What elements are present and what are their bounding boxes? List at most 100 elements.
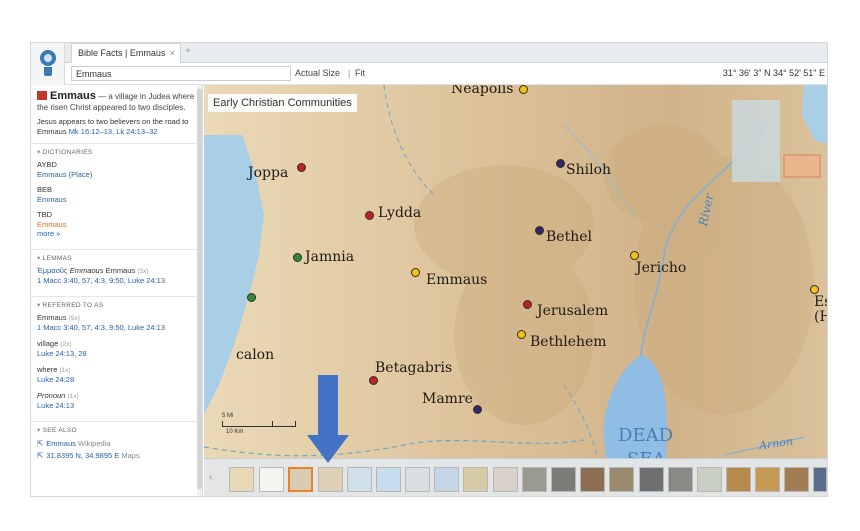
- external-link-icon: ⇱: [37, 450, 44, 460]
- toolbar-divider: |: [348, 68, 351, 78]
- lemma-greek[interactable]: Ἐμμαοῦς: [37, 266, 68, 275]
- place-label[interactable]: Bethel: [546, 229, 592, 245]
- referred-refs-link[interactable]: Luke 24:13, 28: [37, 349, 87, 358]
- tab-label: Bible Facts | Emmaus: [78, 48, 166, 58]
- dictionary-link[interactable]: Emmaus: [37, 195, 67, 204]
- dictionary-link[interactable]: Emmaus (Place): [37, 170, 92, 179]
- referred-item: village (2x) Luke 24:13, 28: [37, 339, 196, 359]
- lemmas-section: LEMMAS Ἐμμαοῦς Emmaous Emmaus (5x) 1 Mac…: [31, 248, 202, 296]
- dictionary-item: AYBD Emmaus (Place): [37, 160, 196, 179]
- thumbnail[interactable]: [229, 467, 254, 492]
- place-label[interactable]: Jericho: [636, 260, 686, 276]
- chevron-left-icon[interactable]: ‹: [209, 472, 212, 483]
- place-label[interactable]: Betagabris: [375, 360, 452, 376]
- thumbnail[interactable]: [493, 467, 518, 492]
- referred-count: (5x): [68, 314, 80, 322]
- dictionaries-heading[interactable]: DICTIONARIES: [37, 148, 196, 156]
- fit-button[interactable]: Fit: [355, 68, 365, 78]
- place-label[interactable]: calon: [236, 347, 274, 363]
- map-marker[interactable]: [473, 405, 482, 414]
- thumbnail[interactable]: [318, 467, 343, 492]
- dictionaries-section: DICTIONARIES AYBD Emmaus (Place) BEB Emm…: [31, 143, 202, 249]
- place-label[interactable]: Mamre: [422, 391, 473, 407]
- dictionary-link[interactable]: Emmaus: [37, 220, 67, 229]
- see-also-item: ⇱ Emmaus Wikipedia: [37, 438, 196, 450]
- thumbnail[interactable]: [347, 467, 372, 492]
- map-marker[interactable]: [517, 330, 526, 339]
- map-marker[interactable]: [523, 300, 532, 309]
- external-link-icon: ⇱: [37, 438, 44, 448]
- map-view[interactable]: Early Christian Communities Neapolis Jop…: [204, 85, 827, 496]
- lightbulb-icon: [40, 50, 56, 66]
- map-marker[interactable]: [293, 253, 302, 262]
- map-marker[interactable]: [369, 376, 378, 385]
- referred-label: where: [37, 364, 58, 374]
- map-marker[interactable]: [247, 293, 256, 302]
- referred-item: Emmaus (5x) 1 Macc 3:40, 57, 4:3, 9:50, …: [37, 313, 196, 333]
- thumbnail[interactable]: [434, 467, 459, 492]
- place-label[interactable]: Jerusalem: [537, 303, 608, 319]
- lemmas-heading[interactable]: LEMMAS: [37, 254, 196, 262]
- referred-refs-link[interactable]: Luke 24:13: [37, 401, 74, 410]
- referred-heading[interactable]: REFERRED TO AS: [37, 301, 196, 309]
- more-link[interactable]: more »: [37, 229, 60, 238]
- map-marker[interactable]: [411, 268, 420, 277]
- map-marker[interactable]: [535, 226, 544, 235]
- see-also-link[interactable]: Emmaus: [46, 439, 76, 448]
- thumbnail[interactable]: [755, 467, 780, 492]
- place-label[interactable]: (Heshb: [814, 309, 827, 325]
- tab-bible-facts[interactable]: Bible Facts | Emmaus ×: [71, 43, 181, 63]
- see-also-link[interactable]: 31.8395 N, 34.9895 E: [46, 451, 119, 460]
- thumbnail[interactable]: [376, 467, 401, 492]
- new-tab-icon[interactable]: +: [185, 46, 191, 57]
- sidebar-scrollbar[interactable]: [197, 85, 202, 496]
- lemma-refs-link[interactable]: 1 Macc 3:40, 57, 4:3, 9:50, Luke 24:13: [37, 276, 165, 285]
- tab-bar: Bible Facts | Emmaus × +: [31, 43, 827, 63]
- scrollbar-thumb[interactable]: [197, 89, 202, 489]
- map-terrain: [204, 85, 827, 496]
- thumbnail[interactable]: [522, 467, 547, 492]
- map-marker[interactable]: [365, 211, 374, 220]
- thumbnail[interactable]: [697, 467, 722, 492]
- thumbnail[interactable]: [639, 467, 664, 492]
- map-marker[interactable]: [297, 163, 306, 172]
- map-title: Early Christian Communities: [208, 94, 357, 112]
- app-logo[interactable]: [31, 43, 65, 85]
- entry-heading: Emmaus — a village in Judea where the ri…: [31, 85, 202, 113]
- referred-refs-link[interactable]: Luke 24:28: [37, 375, 74, 384]
- see-also-heading[interactable]: SEE ALSO: [37, 426, 196, 434]
- place-label[interactable]: Esbus: [814, 294, 827, 310]
- referred-refs-link[interactable]: 1 Macc 3:40, 57, 4:3, 9:50, Luke 24:13: [37, 323, 165, 332]
- actual-size-button[interactable]: Actual Size: [295, 68, 340, 78]
- search-input[interactable]: [71, 66, 291, 81]
- place-label[interactable]: Emmaus: [426, 272, 487, 288]
- thumbnail[interactable]: [813, 467, 827, 492]
- place-label[interactable]: Shiloh: [566, 162, 611, 178]
- map-marker[interactable]: [810, 285, 819, 294]
- thumbnail[interactable]: [551, 467, 576, 492]
- thumbnail[interactable]: [726, 467, 751, 492]
- thumbnail[interactable]: [609, 467, 634, 492]
- thumbnail[interactable]: [259, 467, 284, 492]
- thumbnail[interactable]: [580, 467, 605, 492]
- close-tab-icon[interactable]: ×: [170, 48, 175, 58]
- map-marker[interactable]: [556, 159, 565, 168]
- thumbnail[interactable]: [463, 467, 488, 492]
- thumbnail-selected[interactable]: [288, 467, 313, 492]
- referred-count: (1x): [59, 366, 71, 374]
- thumbnail[interactable]: [784, 467, 809, 492]
- place-label[interactable]: Jamnia: [305, 249, 354, 265]
- place-label[interactable]: Joppa: [248, 165, 288, 181]
- place-label[interactable]: Lydda: [378, 205, 421, 221]
- map-marker[interactable]: [519, 85, 528, 94]
- entry-refs-link[interactable]: Mk 16:12–13, Lk 24:13–32: [69, 127, 158, 136]
- app-window: Bible Facts | Emmaus × + Actual Size | F…: [30, 42, 828, 497]
- thumbnail[interactable]: [668, 467, 693, 492]
- place-label[interactable]: Bethlehem: [530, 334, 607, 350]
- thumbnail[interactable]: [405, 467, 430, 492]
- entry-description: Jesus appears to two believers on the ro…: [31, 113, 202, 143]
- place-label[interactable]: Neapolis: [451, 85, 513, 97]
- referred-count: (2x): [60, 340, 72, 348]
- map-marker[interactable]: [630, 251, 639, 260]
- see-also-section: SEE ALSO ⇱Emmaus Wikipedia ⇱31.8395 N, 3…: [31, 420, 202, 466]
